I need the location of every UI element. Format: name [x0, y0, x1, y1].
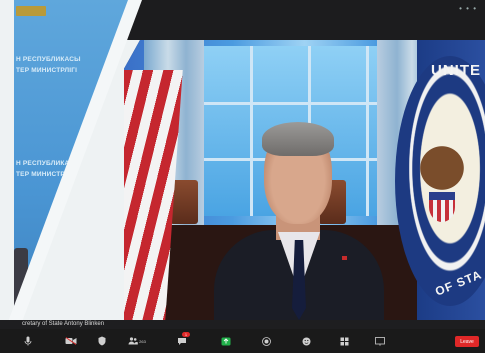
people-icon: 263	[126, 336, 148, 346]
record-button[interactable]	[256, 329, 276, 353]
share-screen-button[interactable]	[216, 329, 236, 353]
wall-text-line: Н РЕСПУБЛИКАСЫ	[16, 56, 81, 63]
record-icon	[260, 336, 272, 346]
wall-text-line: ТЕР МИНИСТРЛІГІ	[16, 67, 78, 74]
participants-button[interactable]: 263	[124, 329, 150, 353]
video-button[interactable]	[60, 329, 82, 353]
apps-button[interactable]	[334, 329, 354, 353]
reactions-button[interactable]	[296, 329, 316, 353]
mute-button[interactable]	[18, 329, 38, 353]
security-button[interactable]	[92, 329, 112, 353]
leave-meeting-button[interactable]: Leave	[455, 336, 479, 347]
chat-badge: 1	[182, 332, 190, 337]
more-options-icon[interactable]: • • •	[459, 4, 477, 13]
chat-icon	[176, 336, 188, 346]
speaker-video	[214, 118, 384, 320]
video-top-bar: • • •	[118, 0, 485, 40]
speaker-name: cretary of State Antony Blinken	[22, 321, 105, 327]
microphone-icon	[22, 336, 34, 346]
seal-text-top: UNITE	[431, 62, 481, 79]
reactions-icon	[300, 336, 312, 346]
apps-icon	[338, 336, 350, 346]
whiteboard-button[interactable]	[370, 329, 390, 353]
share-screen-icon	[220, 336, 232, 346]
shield-icon	[96, 336, 108, 346]
meeting-window: • • • Н РЕСПУБЛИКАСЫ ТЕР МИНИСТРЛІГІ Н Р…	[0, 0, 485, 353]
wall-text-line: ТЕР МИНИСТРЛІГІ	[16, 171, 78, 178]
speaker-caption-bar: cretary of State Antony Blinken	[0, 320, 485, 329]
participant-shoulder	[14, 248, 28, 308]
wall-text-line: Н РЕСПУБЛИКАСЫ	[16, 160, 81, 167]
whiteboard-icon	[374, 336, 386, 346]
camera-icon	[65, 336, 77, 346]
participant-count: 263	[139, 338, 146, 344]
ministry-emblem	[16, 6, 46, 16]
active-speaker-tile[interactable]: UNITE OF STA	[124, 40, 485, 320]
meeting-toolbar: 263 1 Leave	[0, 329, 485, 353]
seal-shield	[429, 192, 455, 222]
